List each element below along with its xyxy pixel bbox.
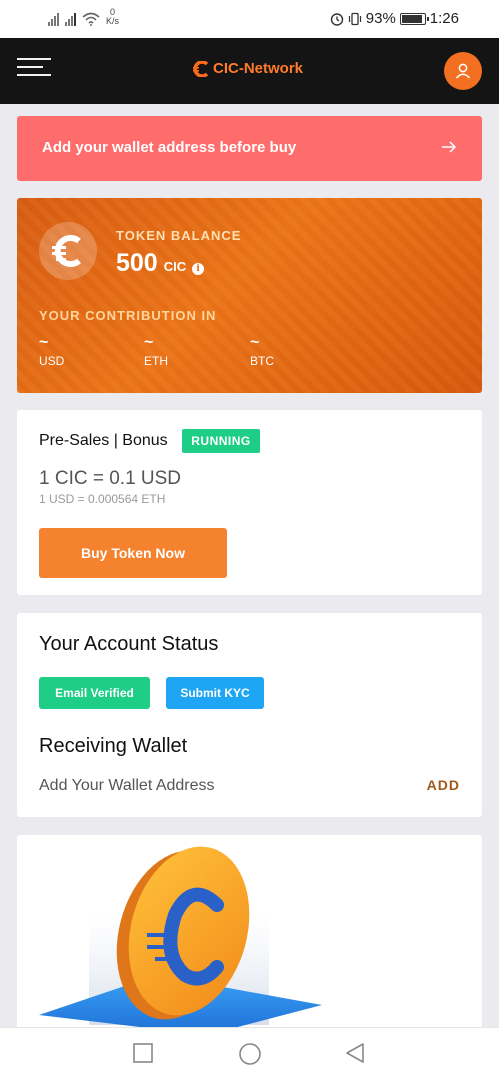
- clock: 1:26: [429, 10, 459, 27]
- contribution-value: ~: [250, 334, 260, 351]
- info-icon[interactable]: i: [192, 263, 205, 275]
- presale-title: Pre-Sales | Bonus: [39, 432, 168, 449]
- cic-coin-icon: [39, 222, 97, 280]
- alert-text: Add your wallet address before buy: [42, 139, 297, 156]
- token-balance-value: 500: [116, 249, 158, 277]
- arrow-right-icon: [442, 141, 457, 153]
- wifi-icon: [82, 12, 100, 26]
- contribution-label: YOUR CONTRIBUTION IN: [39, 308, 217, 323]
- receiving-wallet-title: Receiving Wallet: [39, 735, 188, 757]
- system-nav-bar: [0, 1027, 499, 1080]
- token-rate-eth: 1 USD = 0.000564 ETH: [39, 492, 166, 506]
- email-verified-button[interactable]: Email Verified: [39, 677, 150, 709]
- status-bar: 0 K/s 93% 1:26: [0, 0, 499, 38]
- promo-illustration-card: [17, 835, 482, 1035]
- signal-icon: [65, 12, 76, 26]
- profile-button[interactable]: [444, 52, 482, 90]
- token-balance-label: TOKEN BALANCE: [116, 228, 242, 243]
- app-header: CIC-Network: [0, 38, 499, 104]
- contribution-value: ~: [144, 334, 154, 351]
- coin-illustration: [39, 846, 322, 1035]
- currency-code: USD: [39, 354, 65, 368]
- status-badge: RUNNING: [182, 429, 260, 453]
- contribution-eth: ~ ETH: [144, 334, 168, 369]
- token-balance-card: TOKEN BALANCE 500 CIC i YOUR CONTRIBUTIO…: [17, 198, 482, 393]
- wallet-address-prompt: Add Your Wallet Address: [39, 777, 215, 794]
- account-status-card: Your Account Status Email Verified Submi…: [17, 613, 482, 817]
- network-speed: 0 K/s: [106, 8, 119, 26]
- contribution-usd: ~ USD: [39, 334, 65, 369]
- presale-card: Pre-Sales | Bonus RUNNING 1 CIC = 0.1 US…: [17, 410, 482, 595]
- submit-kyc-button[interactable]: Submit KYC: [166, 677, 264, 709]
- battery-percent: 93%: [365, 10, 396, 27]
- contribution-btc: ~ BTC: [250, 334, 274, 369]
- cic-logo-icon: [193, 60, 209, 77]
- back-icon[interactable]: [344, 1042, 366, 1064]
- battery-icon: [399, 12, 429, 25]
- contribution-value: ~: [39, 334, 49, 351]
- token-unit: CIC: [163, 259, 187, 274]
- vibrate-icon: [348, 12, 361, 25]
- signal-icon: [48, 12, 59, 26]
- currency-code: ETH: [144, 354, 168, 368]
- brand-logo[interactable]: CIC-Network: [192, 60, 303, 77]
- menu-icon[interactable]: [17, 58, 51, 84]
- account-status-title: Your Account Status: [39, 633, 219, 655]
- currency-code: BTC: [250, 354, 274, 368]
- home-icon[interactable]: [238, 1042, 262, 1066]
- wallet-alert-banner[interactable]: Add your wallet address before buy: [17, 116, 482, 181]
- buy-token-button[interactable]: Buy Token Now: [39, 528, 227, 578]
- add-wallet-link[interactable]: ADD: [427, 777, 460, 793]
- recents-icon[interactable]: [132, 1042, 154, 1064]
- alarm-icon: [330, 12, 343, 26]
- speed-unit: K/s: [106, 16, 120, 26]
- brand-name: CIC-Network: [213, 60, 304, 77]
- token-rate: 1 CIC = 0.1 USD: [39, 468, 182, 489]
- user-icon: [455, 63, 471, 79]
